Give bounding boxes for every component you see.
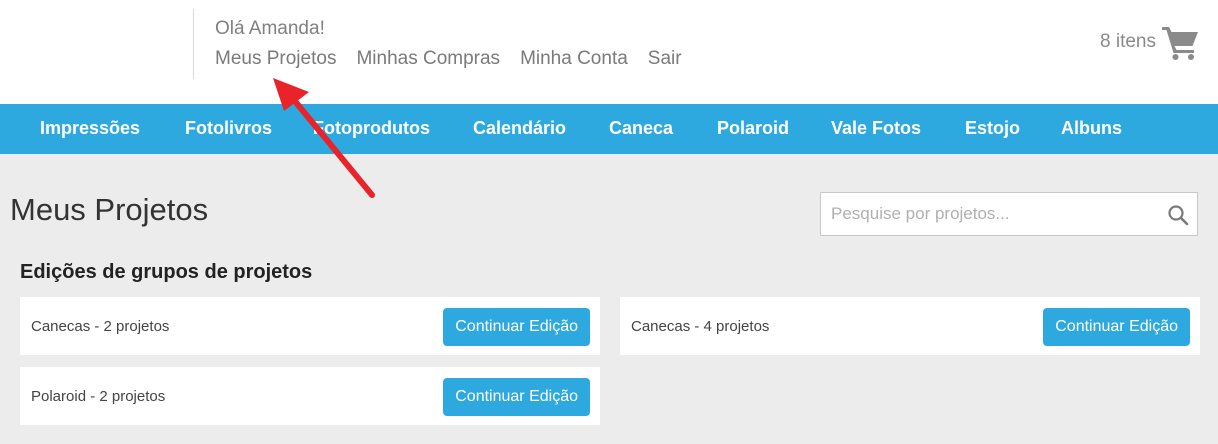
nav-item-polaroid[interactable]: Polaroid [717, 118, 789, 139]
nav-item-fotoprodutos[interactable]: Fotoprodutos [313, 118, 430, 139]
nav-item-albuns[interactable]: Albuns [1061, 118, 1122, 139]
link-sair[interactable]: Sair [648, 48, 682, 70]
project-group-card: Canecas - 4 projetos Continuar Edição [620, 297, 1200, 355]
main-nav: Impressões Fotolivros Fotoprodutos Calen… [0, 104, 1218, 154]
nav-item-vale-fotos[interactable]: Vale Fotos [831, 118, 921, 139]
project-group-label: Canecas - 4 projetos [631, 317, 770, 335]
link-minhas-compras[interactable]: Minhas Compras [356, 48, 500, 70]
search-box [820, 192, 1198, 236]
cart-count: 8 itens [1100, 31, 1156, 52]
link-meus-projetos[interactable]: Meus Projetos [215, 48, 336, 70]
search-input[interactable] [821, 193, 1161, 235]
page-title: Meus Projetos [10, 192, 209, 227]
user-menu: Meus Projetos Minhas Compras Minha Conta… [215, 48, 702, 70]
nav-item-fotolivros[interactable]: Fotolivros [185, 118, 272, 139]
cart-button[interactable]: 8 itens [1100, 22, 1200, 62]
nav-item-calendario[interactable]: Calendário [473, 118, 566, 139]
project-group-card: Polaroid - 2 projetos Continuar Edição [20, 367, 600, 425]
project-group-label: Canecas - 2 projetos [31, 317, 170, 335]
continue-edit-button[interactable]: Continuar Edição [1043, 308, 1190, 346]
section-title: Edições de grupos de projetos [20, 261, 313, 283]
project-group-card: Canecas - 2 projetos Continuar Edição [20, 297, 600, 355]
continue-edit-button[interactable]: Continuar Edição [443, 308, 590, 346]
cart-icon [1162, 27, 1198, 60]
nav-item-caneca[interactable]: Caneca [609, 118, 673, 139]
continue-edit-button[interactable]: Continuar Edição [443, 378, 590, 416]
project-group-label: Polaroid - 2 projetos [31, 387, 166, 405]
nav-item-estojo[interactable]: Estojo [965, 118, 1020, 139]
search-icon[interactable] [1167, 204, 1189, 226]
link-minha-conta[interactable]: Minha Conta [520, 48, 628, 70]
header-divider [193, 9, 194, 79]
nav-item-impressoes[interactable]: Impressões [40, 118, 140, 139]
site-header: Olá Amanda! Meus Projetos Minhas Compras… [0, 0, 1218, 104]
user-greeting: Olá Amanda! [215, 18, 325, 39]
